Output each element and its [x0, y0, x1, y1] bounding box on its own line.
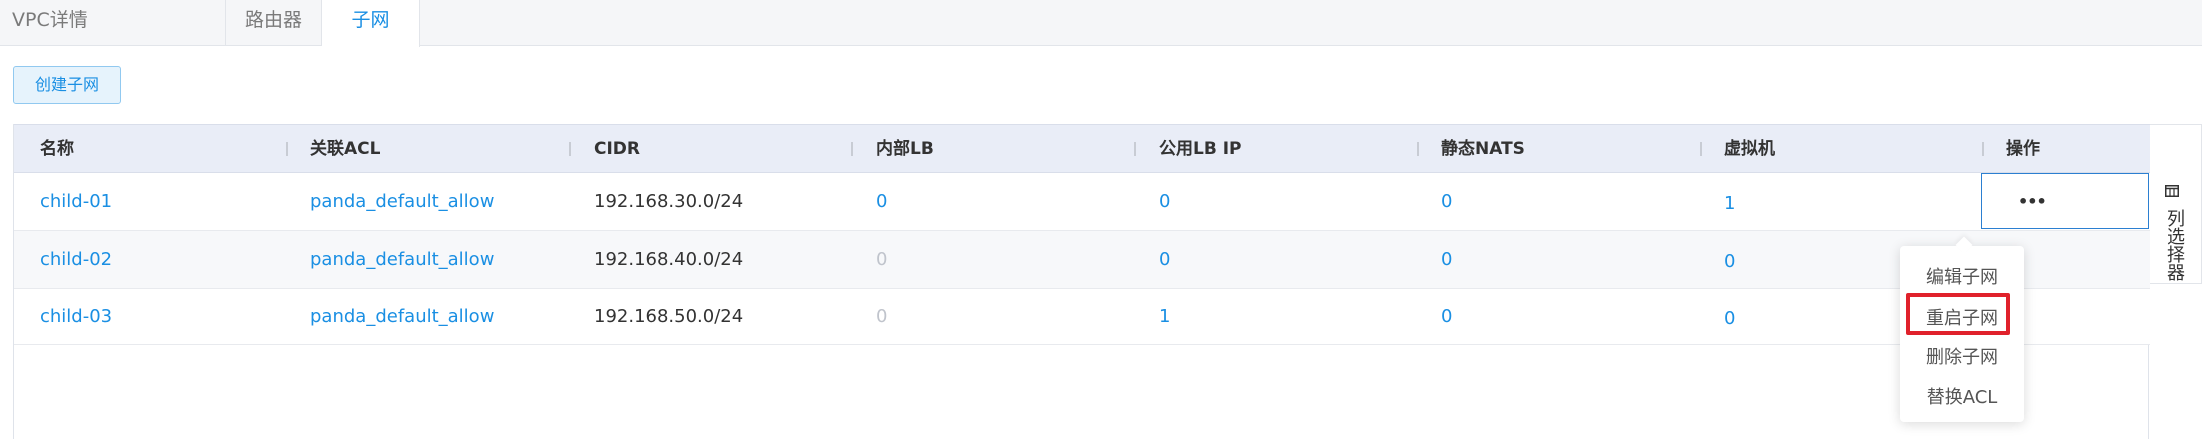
acl-link[interactable]: panda_default_allow	[310, 173, 494, 230]
menu-item-edit-subnet[interactable]: 编辑子网	[1900, 258, 2024, 298]
subnet-table: 名称 关联ACL CIDR 内部LB 公用LB IP 静态NATS 虚拟机 操作…	[13, 124, 2150, 439]
tab-vpc-details[interactable]: VPC详情	[0, 0, 226, 46]
static-nats-link[interactable]: 0	[1441, 231, 1452, 288]
row-actions-dropdown: 编辑子网 重启子网 删除子网 替换ACL	[1900, 246, 2024, 422]
column-header-cidr: CIDR	[594, 139, 641, 159]
tab-label: 子网	[351, 9, 390, 31]
column-header-actions: 操作	[2006, 139, 2040, 159]
column-header-static-nats: 静态NATS	[1441, 139, 1525, 159]
tab-subnet[interactable]: 子网	[322, 0, 420, 47]
row-actions-cell: •••	[1981, 173, 2149, 229]
more-actions-button[interactable]: •••	[2018, 192, 2047, 211]
column-divider[interactable]	[569, 142, 571, 156]
tab-label: 路由器	[244, 9, 302, 31]
internal-lb-link[interactable]: 0	[876, 173, 887, 230]
cidr-value: 192.168.50.0/24	[594, 306, 744, 327]
table-row: child-02 panda_default_allow 192.168.40.…	[14, 231, 2150, 289]
acl-link[interactable]: panda_default_allow	[310, 289, 494, 344]
internal-lb-value: 0	[876, 249, 888, 270]
menu-item-delete-subnet[interactable]: 删除子网	[1900, 338, 2024, 378]
static-nats-link[interactable]: 0	[1441, 173, 1452, 230]
column-header-acl: 关联ACL	[310, 139, 381, 159]
column-divider[interactable]	[286, 142, 288, 156]
column-selector-label[interactable]: 列选择器	[2162, 209, 2185, 281]
public-lb-ip-link[interactable]: 1	[1159, 289, 1170, 344]
column-divider[interactable]	[851, 142, 853, 156]
public-lb-ip-link[interactable]: 0	[1159, 231, 1170, 288]
column-header-name: 名称	[40, 139, 74, 159]
column-selector[interactable]: 列选择器	[2150, 124, 2202, 284]
create-subnet-button[interactable]: 创建子网	[13, 66, 121, 104]
cidr-value: 192.168.30.0/24	[594, 191, 744, 212]
acl-link[interactable]: panda_default_allow	[310, 231, 494, 288]
column-divider[interactable]	[1700, 142, 1702, 156]
tab-label: VPC详情	[12, 9, 88, 31]
column-divider[interactable]	[1134, 142, 1136, 156]
vm-count-link[interactable]: 0	[1724, 289, 1735, 344]
tab-bar: VPC详情 路由器 子网	[0, 0, 2202, 47]
vm-count-link[interactable]: 0	[1724, 231, 1735, 288]
table-row: child-03 panda_default_allow 192.168.50.…	[14, 289, 2150, 345]
vm-count-link[interactable]: 1	[1724, 173, 1735, 230]
menu-item-replace-acl[interactable]: 替换ACL	[1900, 378, 2024, 418]
static-nats-link[interactable]: 0	[1441, 289, 1452, 344]
column-header-public-lb-ip: 公用LB IP	[1159, 139, 1242, 159]
tab-router[interactable]: 路由器	[226, 0, 322, 46]
subnet-name-link[interactable]: child-03	[40, 289, 112, 344]
column-divider[interactable]	[1982, 142, 1984, 156]
table-row: child-01 panda_default_allow 192.168.30.…	[14, 173, 2150, 231]
internal-lb-value: 0	[876, 306, 888, 327]
subnet-name-link[interactable]: child-01	[40, 173, 112, 230]
column-header-vms: 虚拟机	[1724, 139, 1775, 159]
public-lb-ip-link[interactable]: 0	[1159, 173, 1170, 230]
app-root: VPC详情 路由器 子网 创建子网 名称 关联ACL CIDR 内部LB 公用L…	[0, 0, 2202, 439]
cidr-value: 192.168.40.0/24	[594, 249, 744, 270]
columns-icon	[2165, 185, 2179, 197]
subnet-name-link[interactable]: child-02	[40, 231, 112, 288]
column-divider[interactable]	[1417, 142, 1419, 156]
menu-item-restart-subnet[interactable]: 重启子网	[1900, 299, 2024, 339]
column-header-internal-lb: 内部LB	[876, 139, 934, 159]
table-header: 名称 关联ACL CIDR 内部LB 公用LB IP 静态NATS 虚拟机 操作	[14, 124, 2150, 173]
